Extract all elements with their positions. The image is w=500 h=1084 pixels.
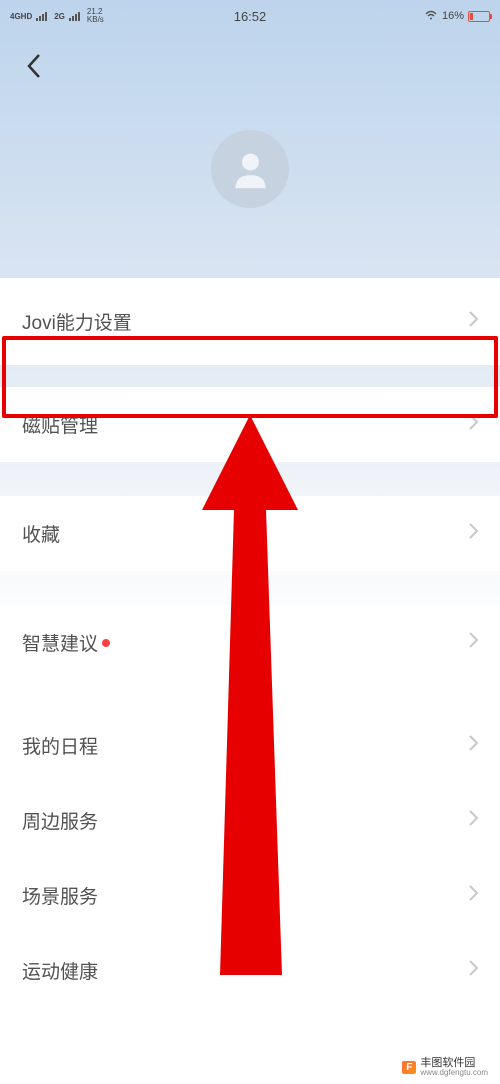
avatar[interactable]: [211, 130, 289, 208]
menu-item-0[interactable]: Jovi能力设置: [0, 278, 500, 365]
battery-percent: 16%: [442, 10, 464, 22]
chevron-right-icon: [469, 885, 478, 906]
battery-icon: [468, 11, 490, 22]
chevron-right-icon: [469, 632, 478, 653]
menu-item-6[interactable]: 场景服务: [0, 858, 500, 933]
menu-item-1[interactable]: 磁贴管理: [0, 387, 500, 462]
menu-item-3[interactable]: 智慧建议: [0, 605, 500, 680]
wifi-icon: [424, 9, 438, 24]
watermark-logo: F: [402, 1061, 416, 1074]
menu-item-label: 智慧建议: [22, 629, 110, 656]
menu-item-7[interactable]: 运动健康: [0, 933, 500, 1008]
status-left: 4GHD 2G 21.2 KB/s: [10, 8, 104, 24]
chevron-right-icon: [469, 960, 478, 981]
menu-item-label: Jovi能力设置: [22, 308, 132, 335]
notification-dot: [102, 639, 110, 647]
menu-item-label: 我的日程: [22, 732, 98, 759]
menu-item-4[interactable]: 我的日程: [0, 708, 500, 783]
signal-icon-1: [36, 11, 50, 21]
status-bar: 4GHD 2G 21.2 KB/s 16:52 16%: [0, 0, 500, 32]
status-time: 16:52: [234, 9, 267, 24]
network-indicator-1: 4GHD: [10, 12, 32, 21]
chevron-right-icon: [469, 523, 478, 544]
chevron-right-icon: [469, 311, 478, 332]
chevron-right-icon: [469, 810, 478, 831]
menu-item-2[interactable]: 收藏: [0, 496, 500, 571]
profile-section: [0, 130, 500, 208]
signal-icon-2: [69, 11, 83, 21]
chevron-right-icon: [469, 735, 478, 756]
menu-item-label: 磁贴管理: [22, 411, 98, 438]
menu-item-label: 收藏: [22, 520, 60, 547]
status-right: 16%: [424, 9, 490, 24]
watermark-url: www.dgfengtu.com: [420, 1069, 488, 1078]
person-icon: [228, 147, 273, 192]
menu-list: Jovi能力设置磁贴管理收藏智慧建议我的日程周边服务场景服务运动健康: [0, 278, 500, 1008]
network-indicator-2: 2G: [54, 12, 65, 21]
menu-item-label: 周边服务: [22, 807, 98, 834]
back-button[interactable]: [0, 32, 68, 95]
chevron-right-icon: [469, 414, 478, 435]
data-speed: 21.2 KB/s: [87, 8, 104, 24]
menu-item-label: 运动健康: [22, 957, 98, 984]
watermark: F 丰图软件园 www.dgfengtu.com: [398, 1055, 492, 1080]
chevron-left-icon: [25, 52, 43, 80]
menu-item-5[interactable]: 周边服务: [0, 783, 500, 858]
menu-item-label: 场景服务: [22, 882, 98, 909]
